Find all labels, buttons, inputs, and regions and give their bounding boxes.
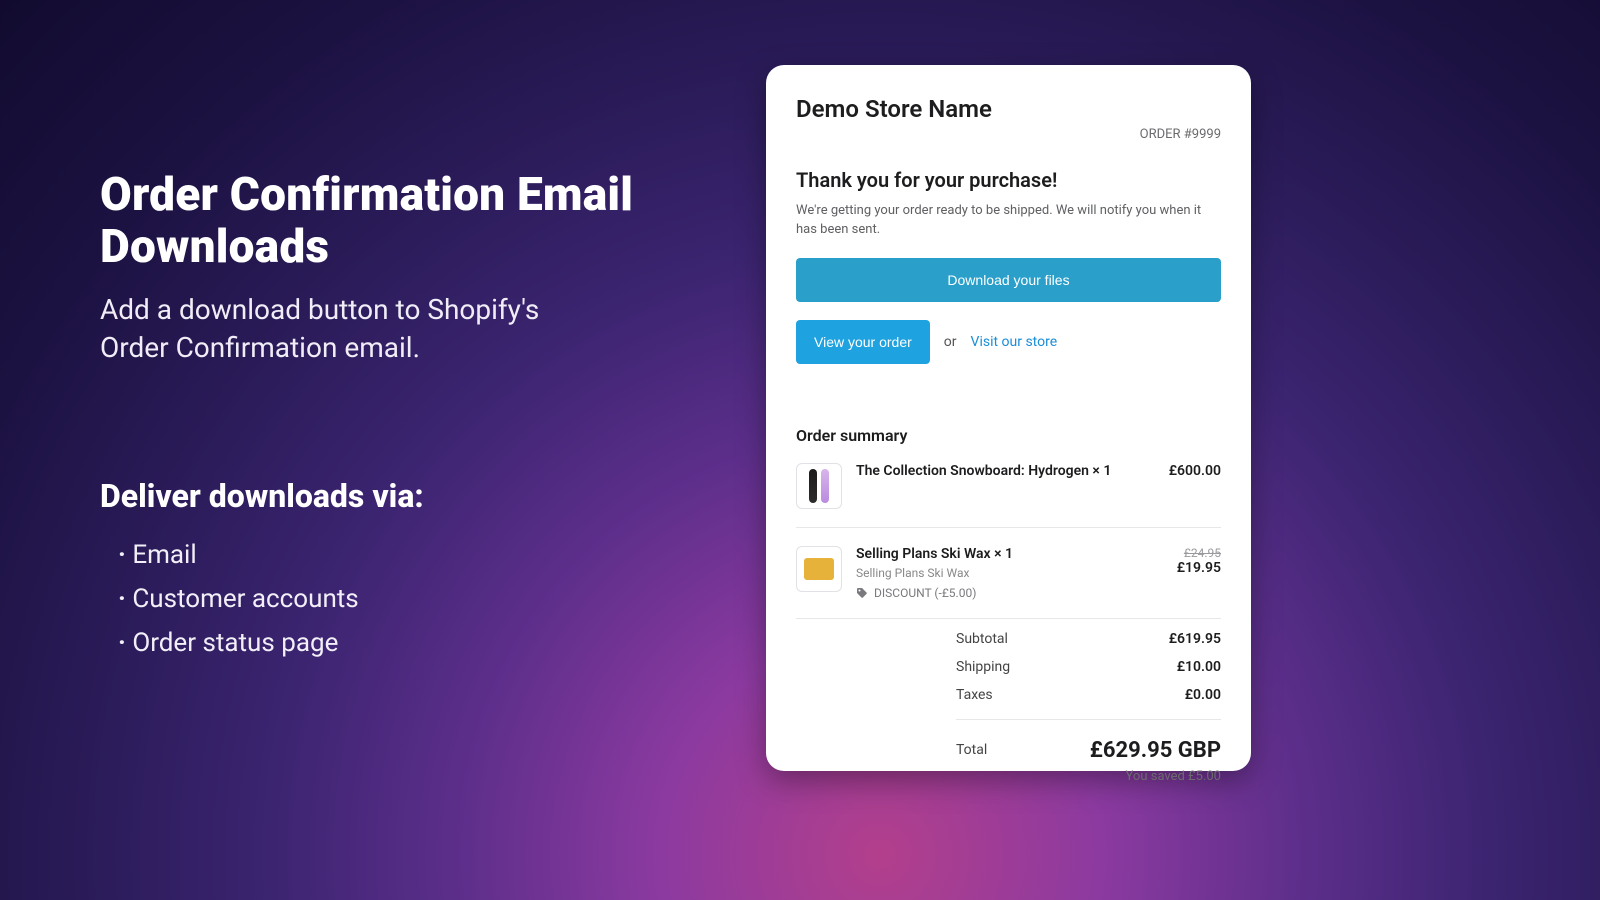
store-name: Demo Store Name — [796, 95, 992, 123]
wax-icon — [804, 558, 834, 580]
line-item-subtitle: Selling Plans Ski Wax — [856, 566, 1013, 580]
deliver-list: Email Customer accounts Order status pag… — [100, 533, 720, 666]
marketing-copy: Order Confirmation Email Downloads Add a… — [100, 170, 720, 665]
sub-line-2: Order Confirmation email. — [100, 331, 420, 364]
promo-stage: Order Confirmation Email Downloads Add a… — [0, 0, 1600, 900]
product-thumbnail — [796, 546, 842, 592]
order-summary-heading: Order summary — [796, 426, 1221, 445]
line-item: Selling Plans Ski Wax × 1 Selling Plans … — [796, 528, 1221, 619]
list-item: Email — [118, 533, 720, 577]
divider — [956, 719, 1221, 720]
total-label: Total — [956, 742, 987, 758]
line-item: The Collection Snowboard: Hydrogen × 1 £… — [796, 445, 1221, 528]
list-item: Customer accounts — [118, 577, 720, 621]
line-item-price: £600.00 — [1169, 463, 1221, 479]
download-files-button[interactable]: Download your files — [796, 258, 1221, 302]
deliver-heading: Deliver downloads via: — [100, 477, 720, 515]
headline: Order Confirmation Email Downloads — [100, 170, 720, 273]
email-preview-card: Demo Store Name ORDER #9999 Thank you fo… — [766, 65, 1251, 771]
line-item-price: £19.95 — [1177, 560, 1221, 576]
discount-badge: DISCOUNT (-£5.00) — [856, 586, 1013, 600]
headline-line-2: Downloads — [100, 220, 329, 274]
thank-you-heading: Thank you for your purchase! — [796, 168, 1221, 192]
subheadline: Add a download button to Shopify's Order… — [100, 291, 720, 367]
visit-store-link[interactable]: Visit our store — [971, 334, 1058, 350]
line-item-title: Selling Plans Ski Wax × 1 — [856, 546, 1013, 562]
shipping-message: We're getting your order ready to be shi… — [796, 202, 1221, 240]
sub-line-1: Add a download button to Shopify's — [100, 293, 539, 326]
tag-icon — [856, 587, 868, 599]
total-value: £629.95 GBP — [1090, 738, 1221, 763]
subtotal-label: Subtotal — [956, 631, 1008, 647]
taxes-value: £0.00 — [1185, 687, 1221, 703]
headline-line-1: Order Confirmation Email — [100, 168, 633, 222]
line-item-strike-price: £24.95 — [1177, 546, 1221, 560]
or-text: or — [944, 334, 957, 350]
taxes-label: Taxes — [956, 687, 993, 703]
order-number: ORDER #9999 — [1140, 127, 1221, 142]
shipping-value: £10.00 — [1177, 659, 1221, 675]
totals-block: Subtotal £619.95 Shipping £10.00 Taxes £0.0… — [956, 625, 1221, 784]
line-item-title: The Collection Snowboard: Hydrogen × 1 — [856, 463, 1111, 479]
product-thumbnail — [796, 463, 842, 509]
discount-text: DISCOUNT (-£5.00) — [874, 586, 976, 600]
list-item: Order status page — [118, 621, 720, 665]
shipping-label: Shipping — [956, 659, 1010, 675]
view-order-button[interactable]: View your order — [796, 320, 930, 364]
snowboard-icon — [804, 468, 834, 504]
you-saved: You saved £5.00 — [956, 769, 1221, 784]
subtotal-value: £619.95 — [1169, 631, 1221, 647]
